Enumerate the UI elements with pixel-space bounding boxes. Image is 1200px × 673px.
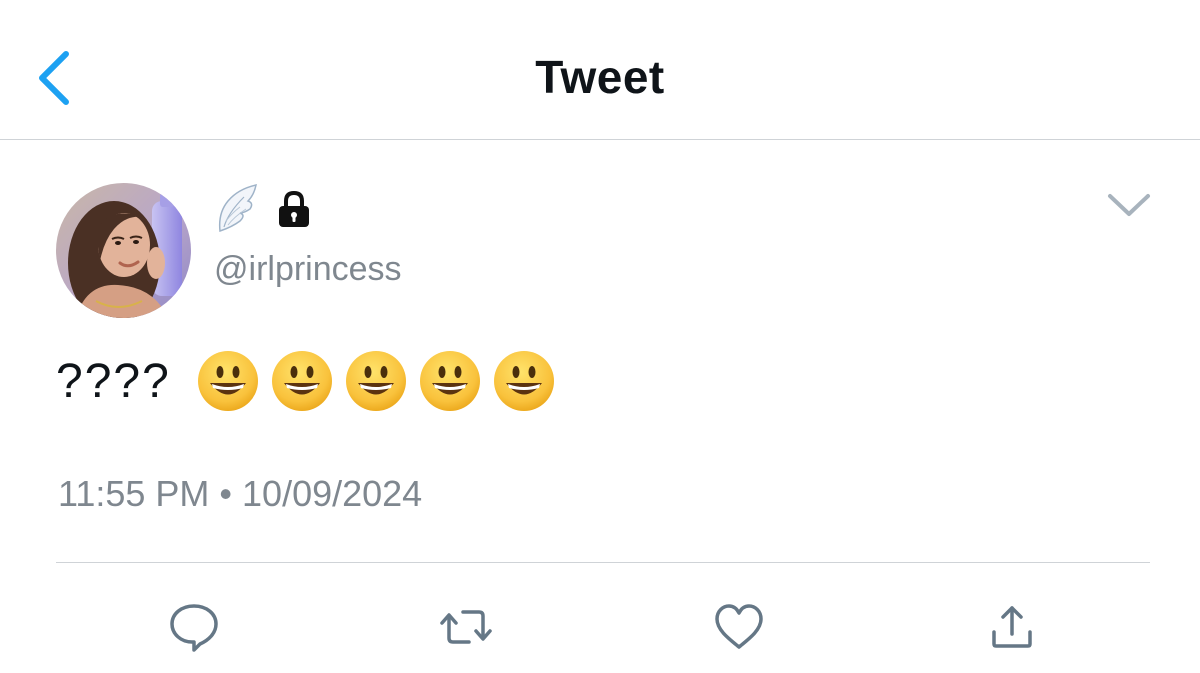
reply-button[interactable]: [167, 600, 221, 654]
heart-icon: [715, 604, 763, 649]
tweet-text: ????: [56, 346, 555, 416]
page-title: Tweet: [535, 51, 665, 103]
like-button[interactable]: [712, 600, 766, 654]
profile-photo: [56, 183, 191, 318]
grinning-face-icon: [345, 351, 406, 411]
navigation-bar: Tweet: [0, 0, 1200, 140]
grinning-face-icon: [271, 351, 332, 411]
tweet-text-prefix: ????: [56, 354, 171, 408]
retweet-button[interactable]: [439, 600, 493, 654]
angel-wing-emoji-icon: [218, 184, 257, 233]
retweet-icon: [440, 610, 492, 644]
grinning-face-icon: [493, 351, 554, 411]
grinning-face-icon: [197, 351, 258, 411]
display-name[interactable]: [214, 183, 312, 235]
emoji-group: [197, 350, 555, 412]
lock-icon: [279, 190, 309, 227]
tweet-menu-button[interactable]: [1104, 186, 1154, 222]
chevron-down-icon: [1108, 194, 1150, 216]
reply-icon: [170, 604, 218, 652]
share-icon: [992, 606, 1032, 648]
divider: [56, 562, 1150, 563]
avatar[interactable]: [56, 183, 191, 318]
grinning-face-icon: [419, 351, 480, 411]
share-button[interactable]: [985, 600, 1039, 654]
user-handle[interactable]: @irlprincess: [214, 250, 402, 289]
tweet-timestamp: 11:55 PM • 10/09/2024: [58, 473, 423, 514]
